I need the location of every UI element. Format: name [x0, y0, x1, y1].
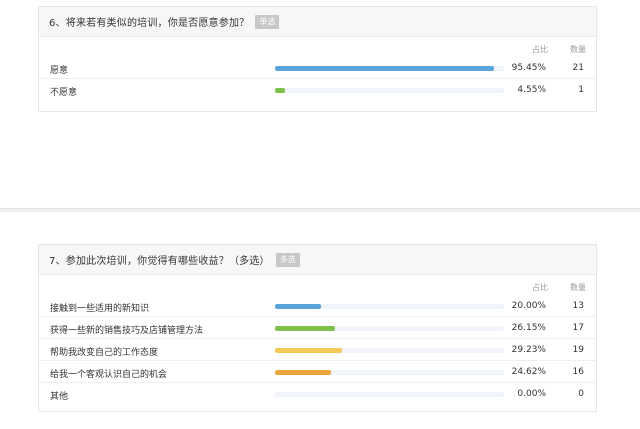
question-type-badge: 多选 — [275, 252, 300, 267]
option-count: 16 — [572, 367, 584, 377]
option-row: 帮助我改变自己的工作态度 29.23% 19 — [39, 339, 596, 361]
percent-column-header: 占比 — [532, 283, 548, 292]
option-label: 其他 — [50, 392, 69, 402]
option-percent: 26.15% — [511, 323, 546, 333]
column-header-row: 占比 数量 — [39, 275, 596, 295]
progress-fill — [275, 304, 321, 309]
option-count: 19 — [572, 345, 584, 355]
option-row: 不愿意 4.55% 1 — [39, 79, 596, 101]
progress-fill — [275, 66, 494, 71]
question-header: 6、将来若有类似的培训，你是否愿意参加？ 单选 — [39, 7, 596, 37]
progress-fill — [275, 326, 335, 331]
option-percent: 29.23% — [511, 345, 546, 355]
progress-fill — [275, 88, 286, 93]
question-title: 6、将来若有类似的培训，你是否愿意参加？ — [49, 18, 250, 29]
column-header-row: 占比 数量 — [39, 37, 596, 57]
option-percent: 95.45% — [511, 63, 546, 73]
option-count: 21 — [572, 63, 584, 73]
option-count: 1 — [578, 85, 584, 95]
option-count: 17 — [572, 323, 584, 333]
option-percent: 4.55% — [517, 85, 546, 95]
option-label: 不愿意 — [50, 88, 78, 98]
option-row: 获得一些新的销售技巧及店铺管理方法 26.15% 17 — [39, 317, 596, 339]
option-row: 接触到一些适用的新知识 20.00% 13 — [39, 295, 596, 317]
option-list: 接触到一些适用的新知识 20.00% 13 获得一些新的销售技巧及店铺管理方法 … — [39, 295, 596, 405]
percent-column-header: 占比 — [532, 45, 548, 54]
option-label: 帮助我改变自己的工作态度 — [50, 348, 159, 358]
count-column-header: 数量 — [570, 45, 586, 54]
option-count: 13 — [572, 301, 584, 311]
question-card-6: 6、将来若有类似的培训，你是否愿意参加？ 单选 占比 数量 愿意 95.45% … — [38, 6, 597, 112]
option-count: 0 — [578, 389, 584, 399]
option-label: 愿意 — [50, 66, 69, 76]
option-row: 其他 0.00% 0 — [39, 383, 596, 405]
option-row: 给我一个客观认识自己的机会 24.62% 16 — [39, 361, 596, 383]
option-label: 接触到一些适用的新知识 — [50, 304, 150, 314]
progress-track — [275, 326, 504, 331]
progress-track — [275, 304, 504, 309]
progress-fill — [275, 348, 342, 353]
progress-track — [275, 66, 504, 71]
option-label: 获得一些新的销售技巧及店铺管理方法 — [50, 326, 204, 336]
question-card-7: 7、参加此次培训，你觉得有哪些收益？（多选） 多选 占比 数量 接触到一些适用的… — [38, 244, 597, 412]
option-percent: 20.00% — [511, 301, 546, 311]
progress-track — [275, 348, 504, 353]
question-header: 7、参加此次培训，你觉得有哪些收益？（多选） 多选 — [39, 245, 596, 275]
count-column-header: 数量 — [570, 283, 586, 292]
section-divider — [0, 208, 640, 212]
option-percent: 24.62% — [511, 367, 546, 377]
option-list: 愿意 95.45% 21 不愿意 4.55% 1 — [39, 57, 596, 101]
option-percent: 0.00% — [517, 389, 546, 399]
progress-track — [275, 88, 504, 93]
progress-track — [275, 392, 504, 397]
option-row: 愿意 95.45% 21 — [39, 57, 596, 79]
progress-track — [275, 370, 504, 375]
question-title: 7、参加此次培训，你觉得有哪些收益？（多选） — [49, 256, 270, 267]
question-type-badge: 单选 — [255, 14, 280, 29]
progress-fill — [275, 370, 332, 375]
option-label: 给我一个客观认识自己的机会 — [50, 370, 168, 380]
